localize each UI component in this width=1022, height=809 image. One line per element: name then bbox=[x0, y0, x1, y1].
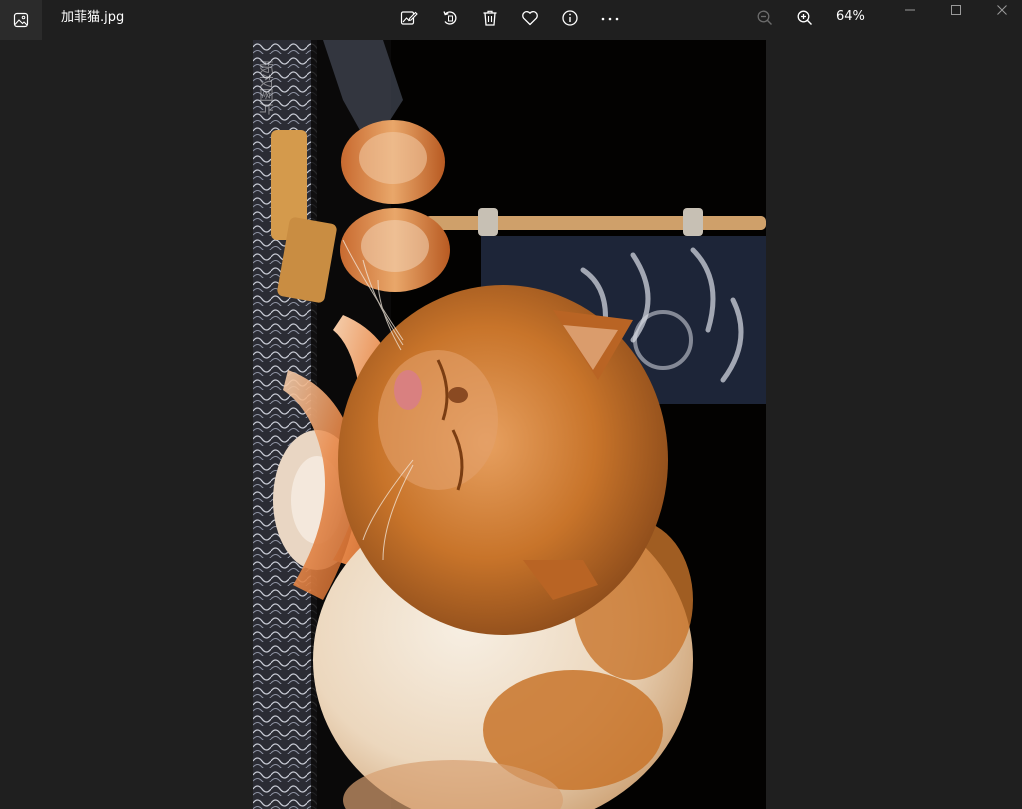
trash-icon bbox=[483, 10, 497, 26]
heart-icon bbox=[522, 11, 538, 26]
app-icon[interactable] bbox=[0, 0, 42, 40]
file-title: 加菲猫.jpg bbox=[61, 10, 125, 25]
zoom-out-button[interactable] bbox=[751, 4, 779, 32]
image-canvas[interactable]: 版权图片 bbox=[0, 40, 1022, 809]
zoom-in-icon bbox=[797, 10, 812, 25]
zoom-level[interactable]: 64% bbox=[836, 9, 865, 25]
minimize-button[interactable] bbox=[888, 0, 932, 20]
edit-image-icon bbox=[400, 11, 418, 25]
minimize-icon bbox=[905, 9, 915, 11]
info-icon bbox=[562, 10, 578, 26]
cat-photo-illustration: 版权图片 bbox=[253, 40, 766, 809]
zoom-in-button[interactable] bbox=[791, 4, 819, 32]
title-bar: 加菲猫.jpg 64% bbox=[0, 0, 1022, 40]
delete-button[interactable] bbox=[476, 4, 504, 32]
watermark-text: 版权图片 bbox=[257, 60, 273, 116]
photos-app-window: 加菲猫.jpg 64% 版权图片 bbox=[0, 0, 1022, 809]
close-icon bbox=[997, 5, 1007, 15]
info-button[interactable] bbox=[556, 4, 584, 32]
more-button[interactable] bbox=[596, 4, 624, 32]
photo[interactable]: 版权图片 bbox=[253, 40, 766, 809]
edit-image-button[interactable] bbox=[395, 4, 423, 32]
zoom-out-icon bbox=[757, 10, 772, 25]
favorite-button[interactable] bbox=[516, 4, 544, 32]
rotate-button[interactable] bbox=[436, 4, 464, 32]
maximize-button[interactable] bbox=[934, 0, 978, 20]
maximize-icon bbox=[951, 5, 961, 15]
close-button[interactable] bbox=[980, 0, 1022, 20]
photos-app-icon bbox=[13, 12, 29, 28]
rotate-icon bbox=[443, 11, 457, 25]
more-icon bbox=[601, 17, 619, 21]
